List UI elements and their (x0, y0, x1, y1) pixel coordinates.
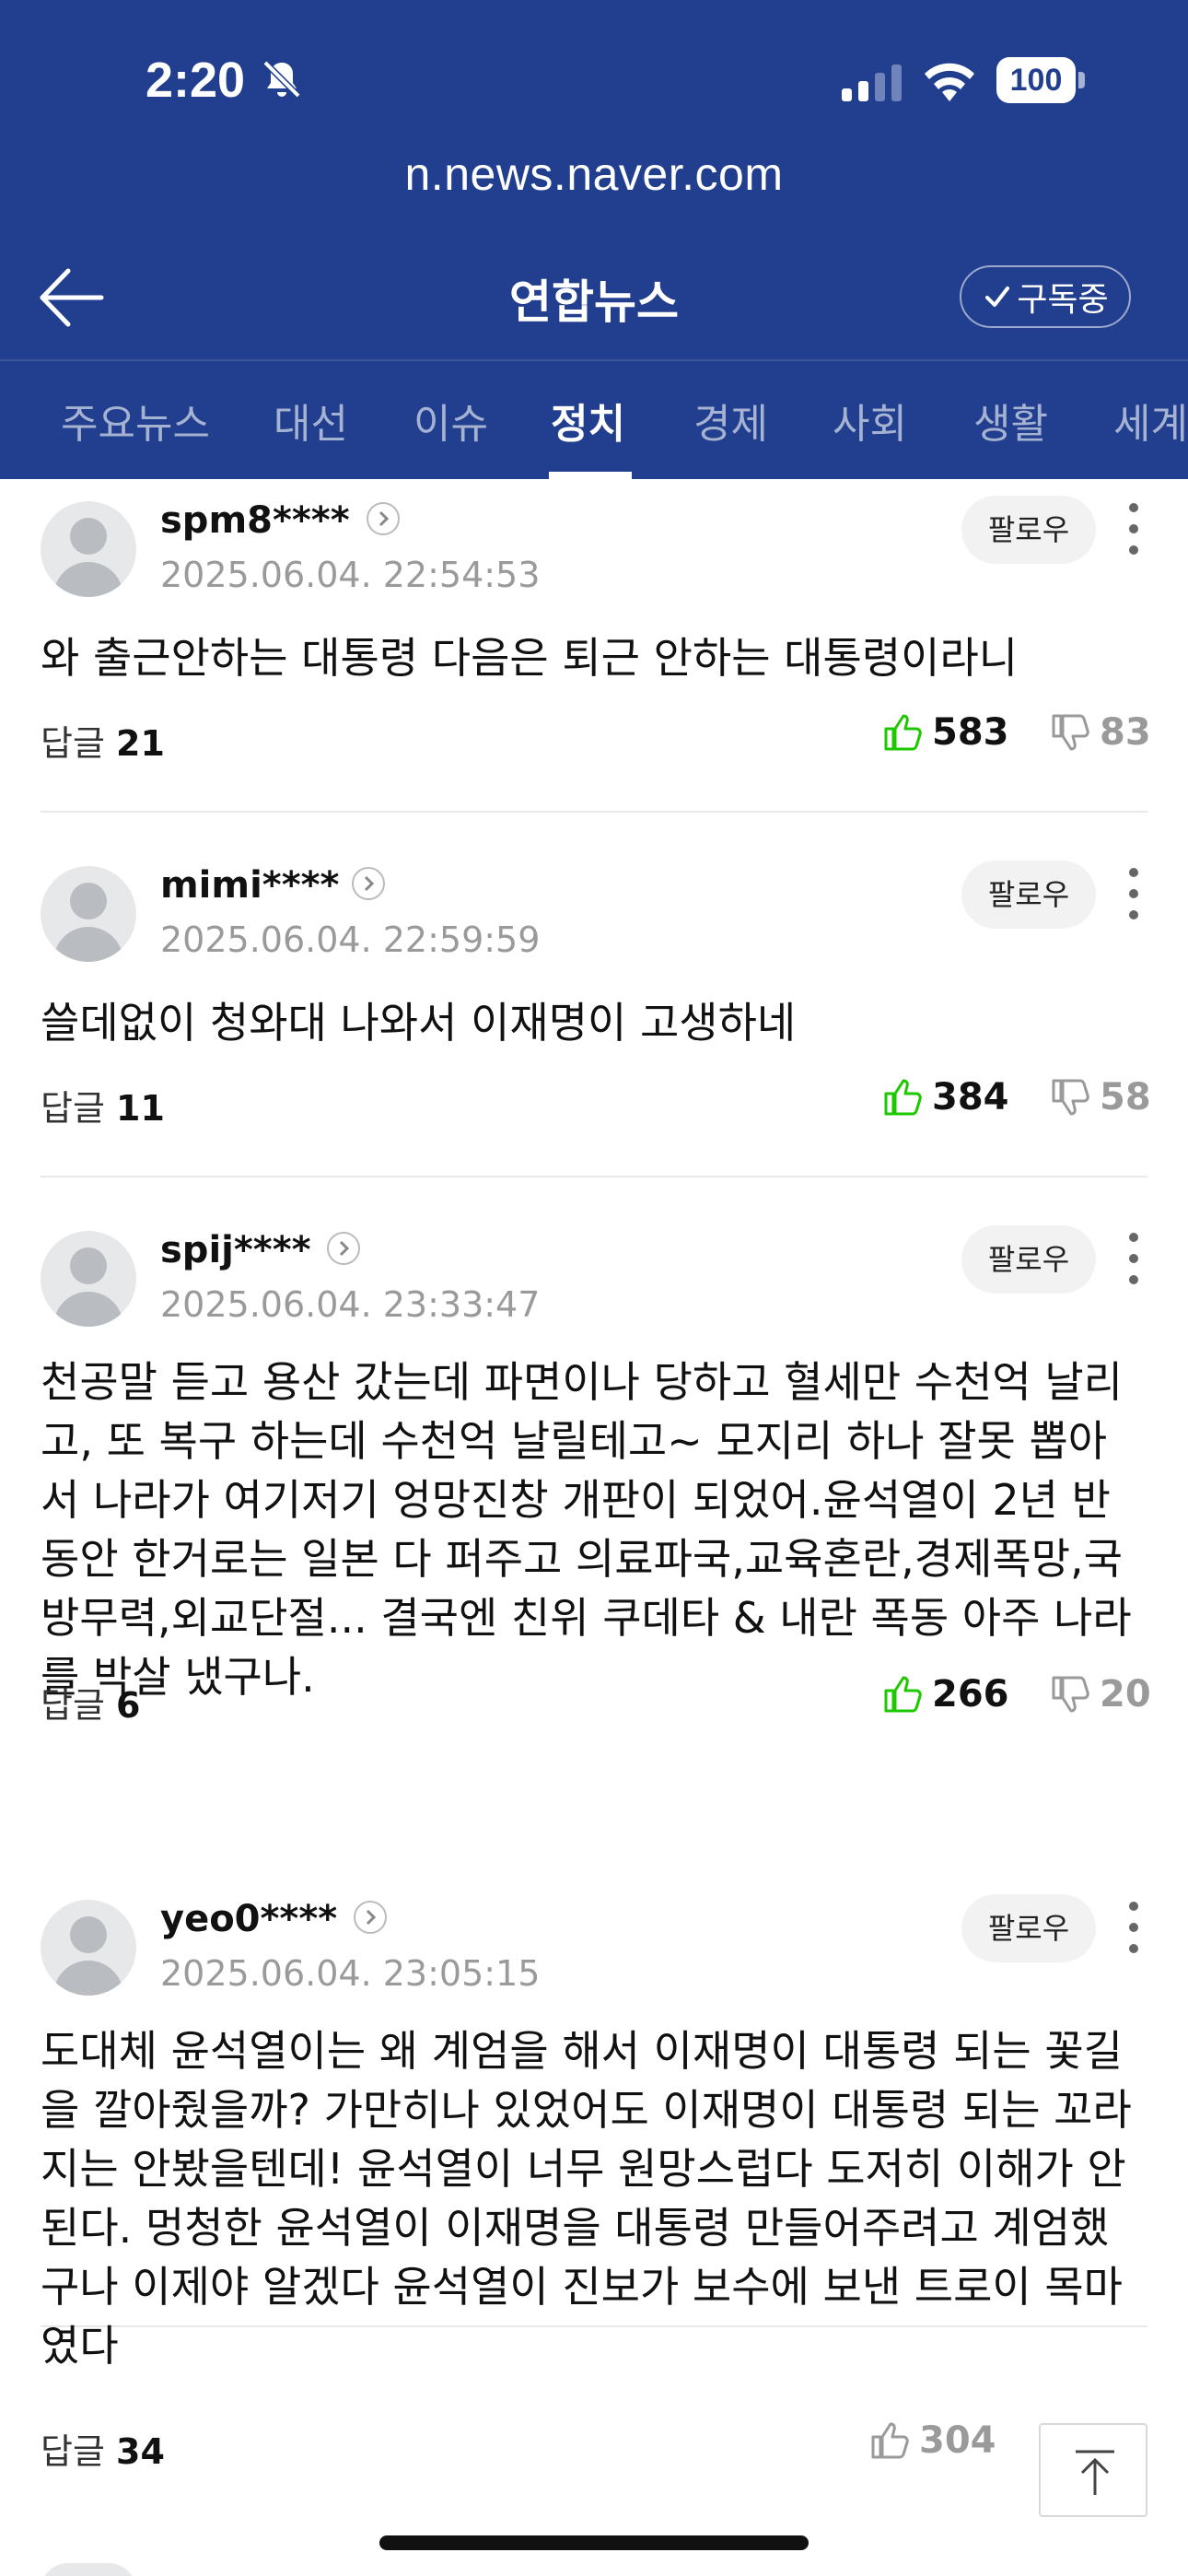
chevron-right-icon[interactable] (353, 1900, 388, 1935)
avatar[interactable] (41, 1900, 136, 1996)
thumbs-up-icon (884, 1079, 922, 1116)
follow-button[interactable]: 팔로우 (961, 1225, 1096, 1294)
comment-date: 2025.06.04. 23:05:15 (160, 1953, 541, 1994)
thumbs-down-icon (1052, 714, 1089, 751)
dislike-count: 58 (1100, 1076, 1151, 1118)
comment-text: 천공말 듣고 용산 갔는데 파면이나 당하고 혈세만 수천억 날리고, 또 복구… (41, 1357, 1132, 1702)
reply-label: 답글 (41, 723, 105, 764)
avatar[interactable] (41, 501, 136, 597)
like-count: 266 (932, 1673, 1009, 1715)
thumbs-up-icon (884, 714, 922, 751)
more-vertical-icon[interactable] (1122, 503, 1146, 555)
reply-count: 34 (116, 2431, 165, 2472)
subscribe-button[interactable]: 구독중 (960, 265, 1131, 328)
tab-world[interactable]: 세계 (1113, 391, 1188, 450)
more-vertical-icon[interactable] (1122, 1902, 1146, 1953)
comment-username[interactable]: spm8**** (160, 499, 350, 542)
reply-count: 6 (116, 1685, 141, 1726)
like-button[interactable]: 266 (882, 1673, 1009, 1715)
comment-username[interactable]: yeo0**** (160, 1898, 337, 1940)
press-nav: 연합뉴스 구독중 (0, 247, 1188, 348)
reply-button[interactable]: 답글 21 (41, 715, 165, 766)
thumbs-down-icon (1052, 1676, 1089, 1713)
wifi-icon (925, 63, 974, 101)
chevron-right-icon[interactable] (351, 866, 386, 901)
comment-text: 와 출근안하는 대통령 다음은 퇴근 안하는 대통령이라니 (41, 633, 1019, 683)
battery-level: 100 (996, 57, 1076, 103)
tab-economy[interactable]: 경제 (693, 391, 768, 450)
reply-button[interactable]: 답글 34 (41, 2423, 165, 2474)
tab-main-news[interactable]: 주요뉴스 (61, 391, 210, 450)
status-bar: 2:20 100 (0, 48, 1188, 122)
dislike-button[interactable]: 20 (1050, 1673, 1151, 1715)
avatar[interactable] (41, 1231, 136, 1327)
bell-slash-icon (262, 60, 301, 99)
header-bar: 2:20 100 n.news.naver.com 연합뉴스 구독중 주요뉴스 … (0, 0, 1188, 479)
dislike-button[interactable]: 58 (1050, 1076, 1151, 1118)
comment-divider (41, 811, 1147, 813)
like-button[interactable]: 583 (882, 711, 1009, 754)
url-bar[interactable]: n.news.naver.com (0, 147, 1188, 201)
dislike-button[interactable]: 83 (1050, 711, 1151, 754)
thumbs-up-icon (884, 1676, 922, 1713)
like-button[interactable]: 384 (882, 1076, 1009, 1118)
thumbs-down-icon (1052, 1079, 1089, 1116)
reply-count: 11 (116, 1088, 165, 1129)
dislike-count: 83 (1100, 711, 1151, 754)
signal-icon (842, 64, 902, 101)
comment-text: 쓸데없이 청와대 나와서 이재명이 고생하네 (41, 998, 797, 1048)
reply-button[interactable]: 답글 11 (41, 1080, 165, 1130)
home-indicator[interactable] (379, 2535, 809, 2550)
tab-politics[interactable]: 정치 (551, 391, 625, 450)
subscribe-label: 구독중 (1017, 281, 1109, 319)
battery-indicator: 100 (996, 57, 1085, 103)
chevron-right-icon[interactable] (326, 1231, 361, 1266)
active-tab-indicator (549, 472, 632, 479)
reply-button[interactable]: 답글 6 (41, 1677, 140, 1727)
more-vertical-icon[interactable] (1122, 1233, 1146, 1284)
avatar[interactable] (41, 866, 136, 962)
thumbs-up-icon (871, 2422, 909, 2459)
comment-date: 2025.06.04. 23:33:47 (160, 1284, 541, 1325)
reply-label: 답글 (41, 1088, 105, 1129)
check-icon (985, 287, 1010, 307)
tab-election[interactable]: 대선 (274, 391, 348, 450)
tab-life[interactable]: 생활 (973, 391, 1048, 450)
comment-date: 2025.06.04. 22:54:53 (160, 555, 541, 595)
reply-label: 답글 (41, 1685, 105, 1726)
follow-button[interactable]: 팔로우 (961, 1894, 1096, 1962)
comment-divider (41, 1176, 1147, 1177)
scroll-top-button[interactable] (1039, 2423, 1147, 2517)
reply-label: 답글 (41, 2431, 105, 2472)
like-count: 384 (932, 1076, 1009, 1118)
like-count: 304 (919, 2419, 996, 2462)
comment-username[interactable]: mimi**** (160, 864, 339, 907)
status-time: 2:20 (146, 53, 246, 108)
comment-date: 2025.06.04. 22:59:59 (160, 919, 541, 960)
chevron-right-icon[interactable] (366, 501, 401, 536)
follow-button[interactable]: 팔로우 (961, 496, 1096, 564)
battery-nub (1078, 72, 1085, 88)
comment-text: 도대체 윤석열이는 왜 계엄을 해서 이재명이 대통령 되는 꽃길을 깔아줬을까… (41, 2026, 1132, 2371)
follow-button[interactable]: 팔로우 (961, 861, 1096, 929)
tab-issue[interactable]: 이슈 (413, 391, 488, 450)
section-tabs: 주요뉴스 대선 이슈 정치 경제 사회 생활 세계 (0, 361, 1188, 479)
tab-society[interactable]: 사회 (833, 391, 907, 450)
comment-username[interactable]: spij**** (160, 1229, 311, 1271)
reply-count: 21 (116, 723, 165, 764)
like-count: 583 (932, 711, 1009, 754)
avatar[interactable] (41, 2563, 136, 2576)
dislike-count: 20 (1100, 1673, 1151, 1715)
more-vertical-icon[interactable] (1122, 868, 1146, 919)
like-button[interactable]: 304 (869, 2419, 996, 2462)
arrow-up-icon (1076, 2450, 1114, 2495)
